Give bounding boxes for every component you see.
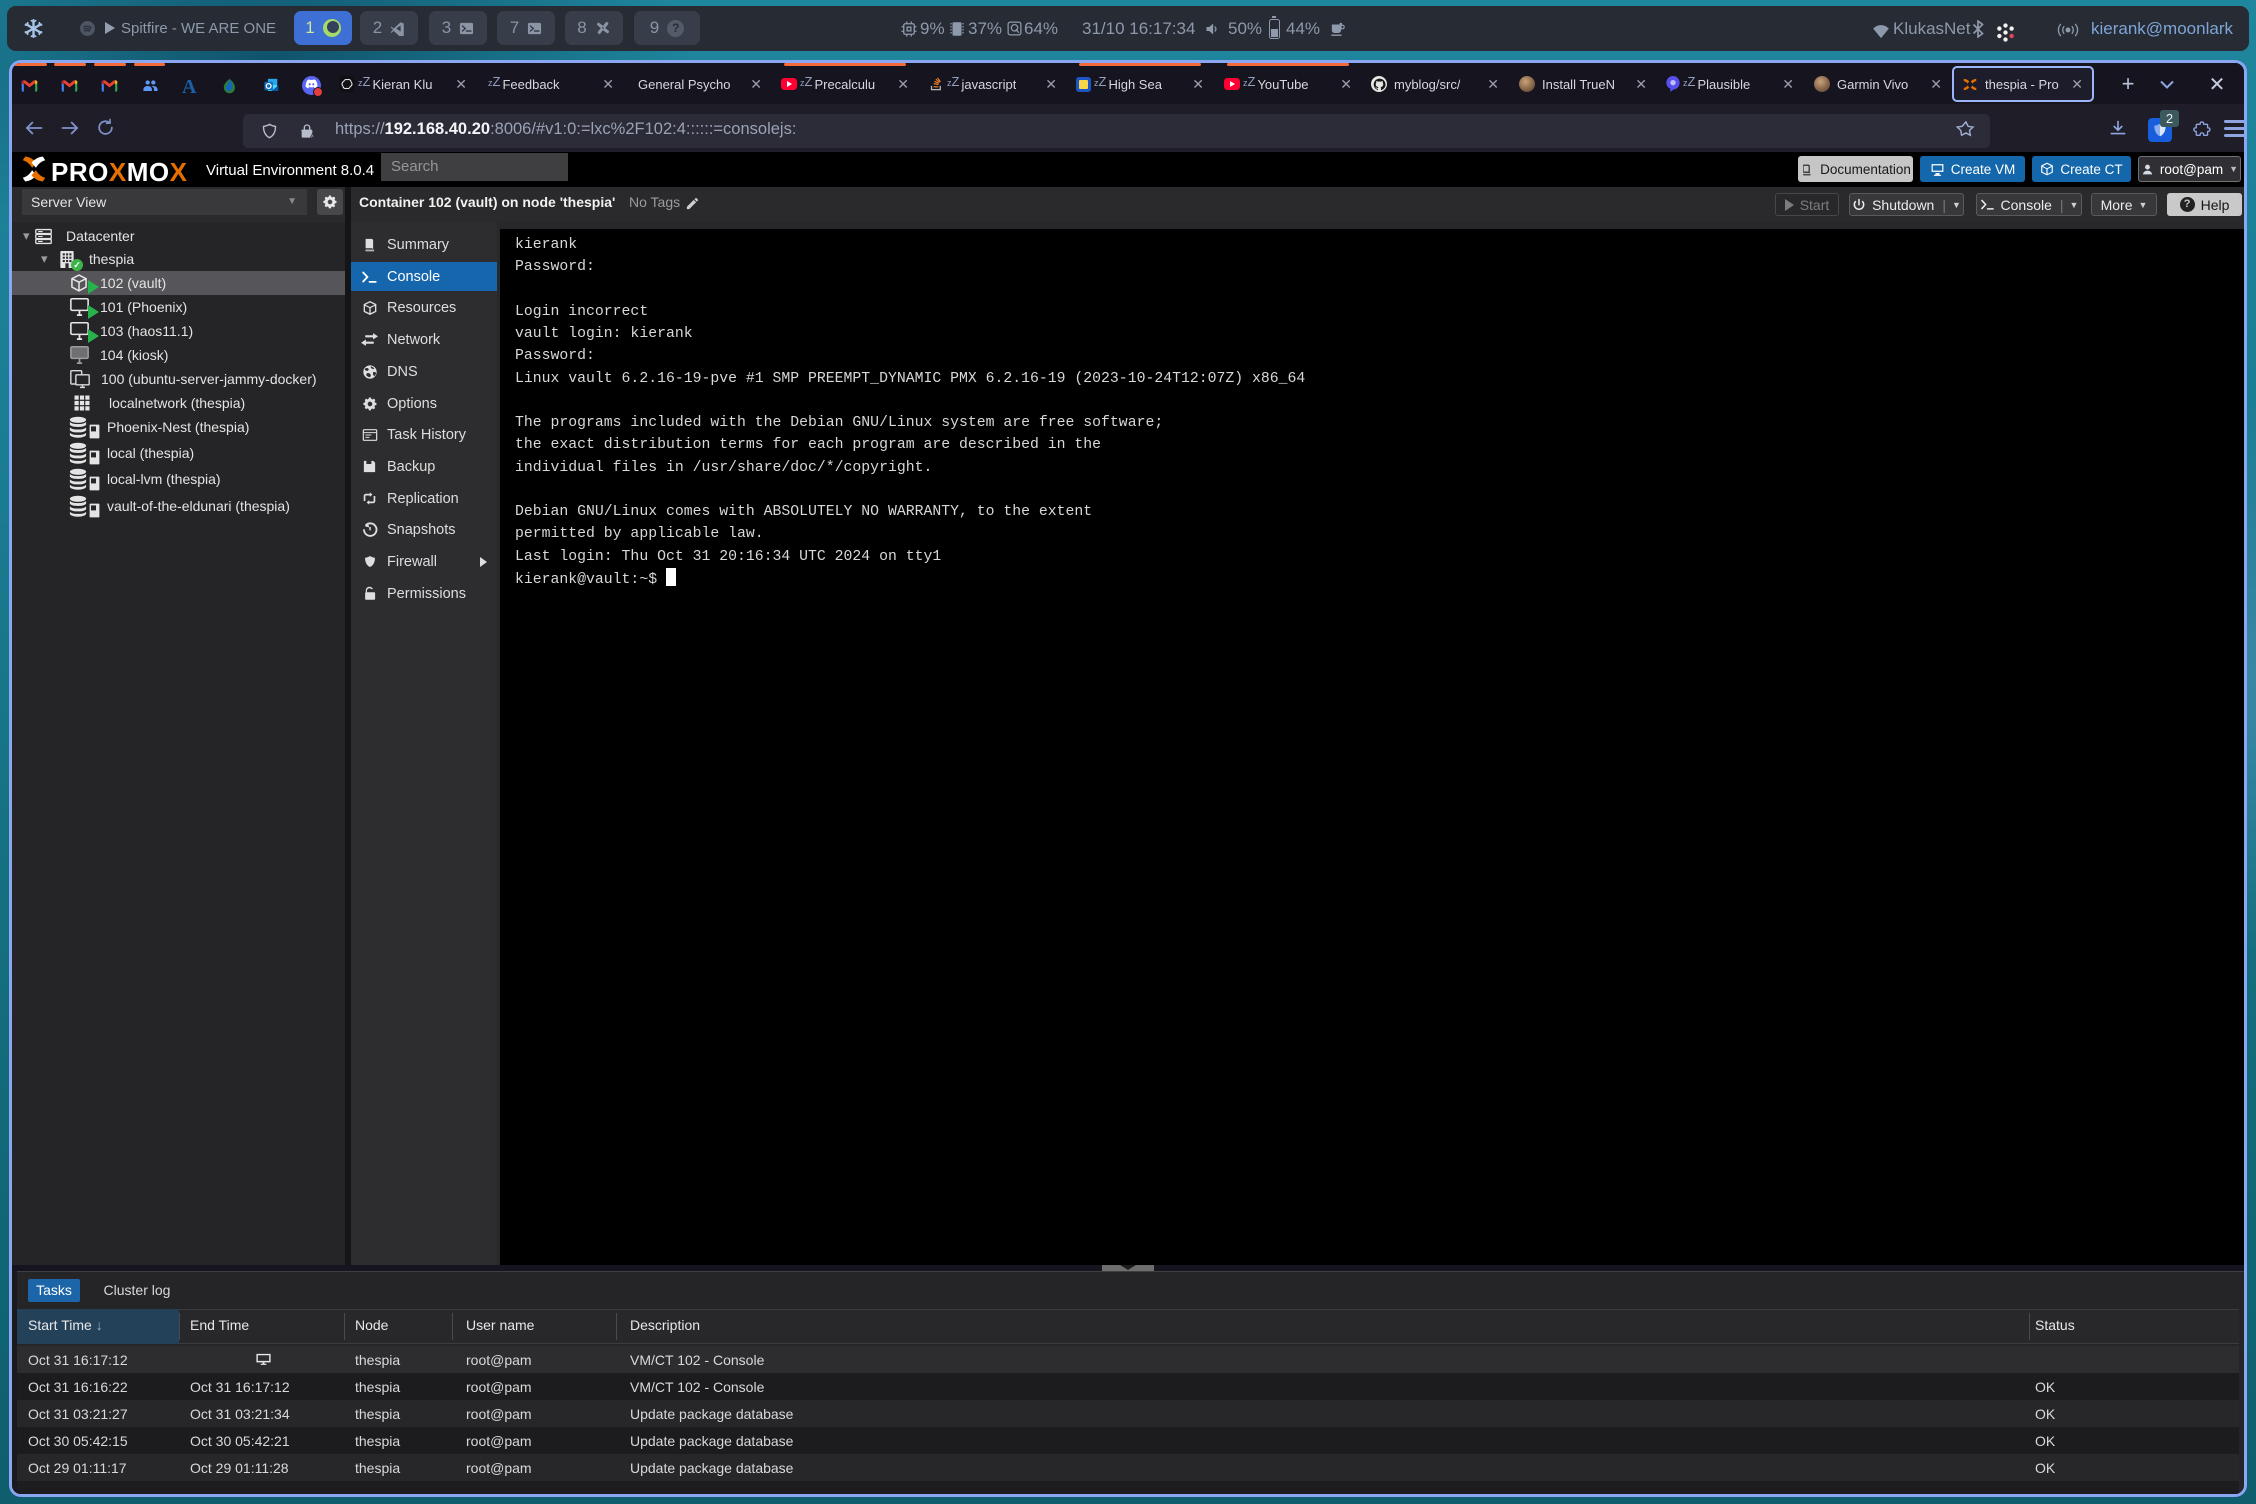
- svg-text:!: !: [312, 134, 313, 138]
